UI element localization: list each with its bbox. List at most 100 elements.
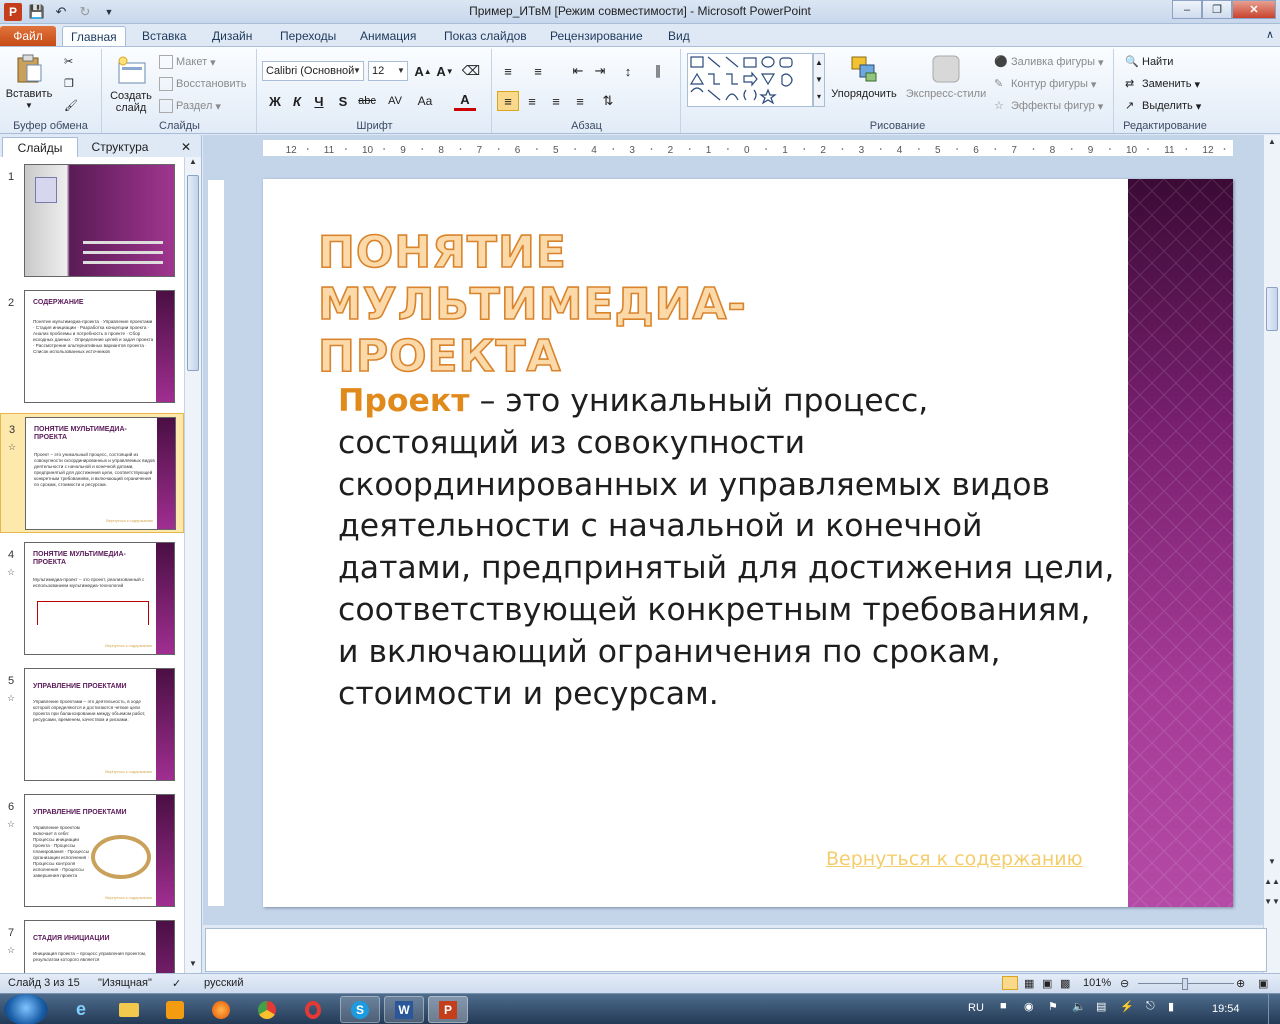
clear-formatting-icon[interactable]: ⌫ [460,61,482,81]
tray-signal-icon[interactable]: ▮ [1168,1000,1174,1013]
align-left-icon[interactable]: ≡ [497,91,519,111]
scroll-down-icon[interactable]: ▼ [185,959,201,973]
taskbar-media-icon[interactable] [156,996,194,1023]
italic-icon[interactable]: К [286,91,308,111]
reset-button[interactable]: Восстановить [159,77,246,91]
taskbar-word-icon[interactable]: W [384,996,424,1023]
thumbnail-slide-5[interactable]: 5 ☆ УПРАВЛЕНИЕ ПРОЕКТАМИ Управление прое… [0,665,184,785]
close-panel-icon[interactable]: ✕ [176,137,196,157]
maximize-button[interactable]: ❐ [1202,0,1232,19]
tab-view[interactable]: Вид [660,26,698,46]
grow-font-icon[interactable]: A ▲ [412,61,434,81]
shape-outline-button[interactable]: ✎ Контур фигуры ▾ [994,77,1096,91]
layout-button[interactable]: Макет ▾ [159,55,216,69]
taskbar-skype-icon[interactable]: S [340,996,380,1023]
slide-body-text[interactable]: Проект – это уникальный процесс, состоящ… [338,381,1118,715]
zoom-slider-thumb[interactable] [1182,978,1188,990]
prev-slide-icon[interactable]: ▲▲ [1264,877,1280,891]
align-center-icon[interactable]: ≡ [521,91,543,111]
tab-file[interactable]: Файл [0,26,56,46]
char-spacing-icon[interactable]: AV [384,91,406,111]
slideshow-view-icon[interactable]: ▩ [1060,977,1070,990]
taskbar-ie-icon[interactable]: e [62,996,100,1023]
decrease-indent-icon[interactable]: ⇤ [567,61,589,81]
scroll-down-icon[interactable]: ▼ [1264,857,1280,871]
tab-slides[interactable]: Слайды [2,137,78,157]
notes-pane[interactable] [205,928,1267,972]
tray-flag-icon[interactable]: ⚑ [1048,1000,1058,1013]
taskbar-firefox-icon[interactable] [202,996,240,1023]
language-indicator[interactable]: русский [204,977,243,989]
tab-review[interactable]: Рецензирование [542,26,651,46]
slide-scroll-thumb[interactable] [1266,287,1278,331]
shrink-font-icon[interactable]: A ▼ [434,61,456,81]
fit-to-window-icon[interactable]: ▣ [1258,977,1268,990]
bullets-icon[interactable]: ≡ [497,61,519,81]
thumbnail-slide-1[interactable]: 1 [0,161,184,281]
taskbar-chrome-icon[interactable] [248,996,286,1023]
shadow-icon[interactable]: S [332,91,354,111]
taskbar-opera-icon[interactable] [294,996,332,1023]
tray-volume-icon[interactable]: 🔈 [1072,1000,1086,1013]
line-spacing-icon[interactable]: ↕ [617,61,639,81]
underline-icon[interactable]: Ч [308,91,330,111]
scroll-up-icon[interactable]: ▲ [185,157,201,171]
thumbnails-scrollbar[interactable]: ▲ ▼ [184,157,201,973]
numbering-icon[interactable]: ≡ [527,61,549,81]
thumbnails-scroll-thumb[interactable] [187,175,199,371]
font-name-combo[interactable]: Calibri (Основной ▼ [262,61,364,81]
tray-power-icon[interactable]: ⚡ [1120,1000,1134,1013]
text-direction-icon[interactable]: ⇅ [597,91,619,111]
shapes-gallery[interactable] [687,53,813,107]
new-slide-button[interactable]: Создать слайд [107,55,155,114]
increase-indent-icon[interactable]: ⇥ [589,61,611,81]
change-case-icon[interactable]: Aa [414,91,436,111]
font-size-combo[interactable]: 12 ▼ [368,61,408,81]
thumbnail-slide-2[interactable]: 2 СОДЕРЖАНИЕ Понятие мультимедиа-проекта… [0,287,184,407]
zoom-out-icon[interactable]: ⊖ [1120,977,1129,990]
tray-usb-icon[interactable]: ⎋ [1146,1000,1155,1013]
strikethrough-icon[interactable]: abc [356,91,378,111]
taskbar-powerpoint-icon[interactable]: P [428,996,468,1023]
replace-button[interactable]: ⇄ Заменить ▾ [1125,77,1200,91]
shape-fill-button[interactable]: ⚫ Заливка фигуры ▾ [994,55,1104,69]
scroll-up-icon[interactable]: ▲ [1264,137,1280,151]
taskbar-clock[interactable]: 19:54 [1212,1003,1240,1015]
columns-icon[interactable]: ∥ [647,61,669,81]
tab-outline[interactable]: Структура [80,137,160,157]
close-button[interactable]: ✕ [1232,0,1276,19]
back-to-contents-link[interactable]: Вернуться к содержанию [826,848,1083,870]
tab-home[interactable]: Главная [62,26,126,46]
tray-network-icon[interactable]: ▤ [1096,1000,1106,1013]
tab-animations[interactable]: Анимация [352,26,424,46]
minimize-button[interactable]: – [1172,0,1202,19]
copy-icon[interactable]: ❐ [64,77,74,90]
format-painter-icon[interactable]: 🖌 [64,99,78,112]
tray-app-icon[interactable]: ◉ [1024,1000,1034,1013]
shape-effects-button[interactable]: ☆ Эффекты фигур ▾ [994,99,1103,113]
section-button[interactable]: Раздел ▾ [159,99,221,113]
justify-icon[interactable]: ≡ [569,91,591,111]
spellcheck-icon[interactable]: ✓ [172,977,181,990]
tab-slideshow[interactable]: Показ слайдов [436,26,535,46]
slide-title[interactable]: Понятие мультимедиа-проекта [317,226,978,383]
find-button[interactable]: 🔍 Найти [1125,55,1173,69]
shapes-scroll[interactable]: ▲ ▼ ▾ [813,53,825,107]
ribbon-minimize-icon[interactable]: ∧ [1266,28,1274,41]
bold-icon[interactable]: Ж [264,91,286,111]
normal-view-icon[interactable] [1002,976,1018,990]
tab-transitions[interactable]: Переходы [272,26,344,46]
align-right-icon[interactable]: ≡ [545,91,567,111]
tab-insert[interactable]: Вставка [134,26,195,46]
thumbnail-slide-7[interactable]: 7 ☆ СТАДИЯ ИНИЦИАЦИИ Инициация проекта –… [0,917,184,973]
tray-nvidia-icon[interactable]: ■ [1000,1000,1007,1012]
zoom-level[interactable]: 101% [1083,977,1111,989]
show-desktop-button[interactable] [1268,994,1280,1024]
start-button[interactable] [4,994,48,1024]
next-slide-icon[interactable]: ▼▼ [1264,897,1280,911]
paste-button[interactable]: Вставить ▼ [6,53,52,112]
slide-canvas[interactable]: Понятие мультимедиа-проекта Проект – это… [263,179,1233,907]
font-color-icon[interactable]: A [454,91,476,111]
arrange-button[interactable]: Упорядочить [828,53,900,100]
reading-view-icon[interactable]: ▣ [1042,977,1052,990]
